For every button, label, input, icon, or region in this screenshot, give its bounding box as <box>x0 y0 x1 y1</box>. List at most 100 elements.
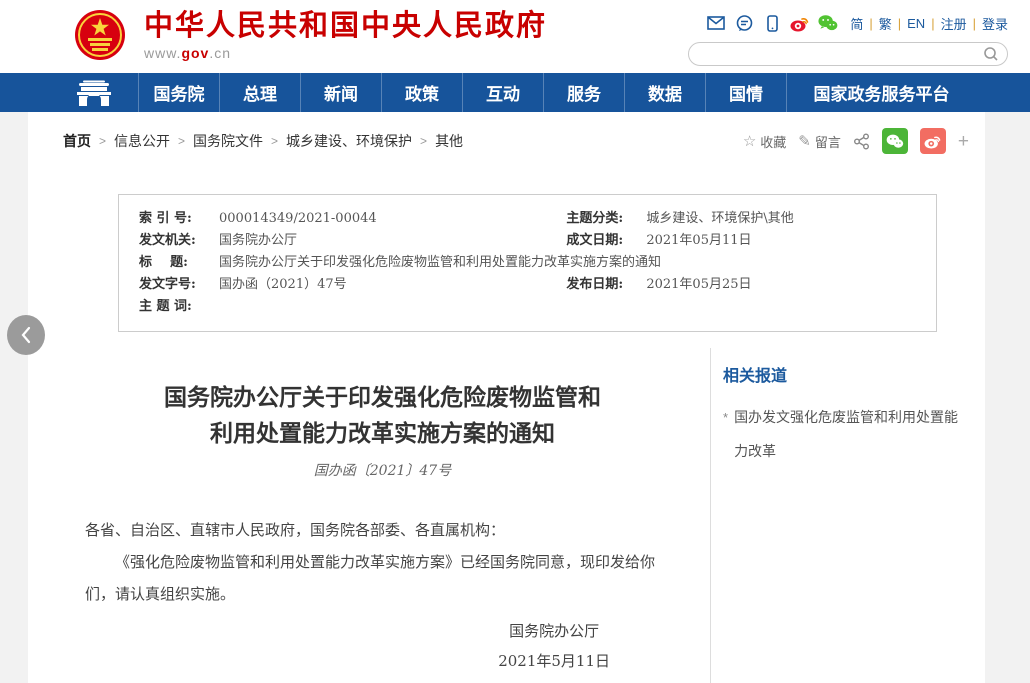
mobile-icon[interactable] <box>762 13 782 33</box>
related-report-link[interactable]: * 国办发文强化危废监管和利用处置能力改革 <box>723 400 971 468</box>
meta-organ-label: 发文机关: <box>139 230 211 252</box>
breadcrumb-separator: > <box>99 134 106 148</box>
national-emblem-icon <box>74 9 126 61</box>
login-link[interactable]: 登录 <box>982 14 1008 33</box>
site-header: 中华人民共和国中央人民政府 www.gov.cn <box>0 0 1030 73</box>
search-box <box>688 42 1008 66</box>
main-nav: 国务院 总理 新闻 政策 互动 服务 数据 国情 国家政务服务平台 <box>0 73 1030 112</box>
nav-item-data[interactable]: 数据 <box>624 73 705 112</box>
meta-subject-words-label: 主 题 词: <box>139 296 211 318</box>
breadcrumb-info-disclosure[interactable]: 信息公开 <box>114 131 170 151</box>
breadcrumb-home[interactable]: 首页 <box>63 131 91 151</box>
nav-item-premier[interactable]: 总理 <box>219 73 300 112</box>
header-right: 简| 繁| EN| 注册| 登录 <box>688 12 1008 66</box>
comment-button[interactable]: ✎留言 <box>798 132 841 151</box>
wechat-icon <box>886 134 904 149</box>
chevron-left-icon <box>19 326 33 344</box>
breadcrumb-separator: > <box>420 134 427 148</box>
breadcrumb: 首页 > 信息公开 > 国务院文件 > 城乡建设、环境保护 > 其他 <box>63 131 463 151</box>
meta-title-label: 标 题: <box>139 252 211 274</box>
breadcrumb-row: 首页 > 信息公开 > 国务院文件 > 城乡建设、环境保护 > 其他 ☆收藏 ✎… <box>28 112 985 164</box>
breadcrumb-other[interactable]: 其他 <box>435 131 463 151</box>
breadcrumb-state-council-docs[interactable]: 国务院文件 <box>193 131 263 151</box>
breadcrumb-separator: > <box>271 134 278 148</box>
share-icon <box>853 133 870 150</box>
meta-index-value: 000014349/2021-00044 <box>219 208 377 230</box>
meta-row: 主 题 词: <box>139 296 916 318</box>
wechat-icon[interactable] <box>818 13 838 33</box>
document-number: 国办函〔2021〕47号 <box>85 460 680 480</box>
comment-icon[interactable] <box>734 13 754 33</box>
url-gov: gov <box>181 45 209 61</box>
favorite-button[interactable]: ☆收藏 <box>743 132 786 151</box>
share-button[interactable] <box>853 133 870 150</box>
weibo-icon <box>924 133 942 149</box>
nav-item-state-council[interactable]: 国务院 <box>138 73 219 112</box>
document-area: 国务院办公厅关于印发强化危险废物监管和 利用处置能力改革实施方案的通知 国办函〔… <box>28 348 985 683</box>
comment-label: 留言 <box>815 132 841 151</box>
lang-simplified[interactable]: 简 <box>850 14 863 33</box>
lang-links: 简| 繁| EN| 注册| 登录 <box>850 14 1008 33</box>
site-title: 中华人民共和国中央人民政府 <box>144 9 547 43</box>
meta-row: 标 题: 国务院办公厅关于印发强化危险废物监管和利用处置能力改革实施方案的通知 <box>139 252 916 274</box>
bullet: * <box>723 400 728 468</box>
meta-written-date-value: 2021年05月11日 <box>646 230 751 252</box>
related-reports-header[interactable]: 相关报道 <box>723 362 971 386</box>
favorite-label: 收藏 <box>760 132 786 151</box>
meta-index-label: 索 引 号: <box>139 208 211 230</box>
related-report-text: 国办发文强化危废监管和利用处置能力改革 <box>734 400 971 468</box>
document-salutation: 各省、自治区、直辖市人民政府，国务院各部委、各直属机构： <box>85 514 680 546</box>
lang-sep: | <box>898 16 901 31</box>
meta-row: 发文字号:国办函（2021）47号 发布日期:2021年05月25日 <box>139 274 916 296</box>
meta-docno-value: 国办函（2021）47号 <box>219 274 347 296</box>
breadcrumb-separator: > <box>178 134 185 148</box>
meta-organ-value: 国务院办公厅 <box>219 230 297 252</box>
nav-item-national-conditions[interactable]: 国情 <box>705 73 786 112</box>
register-link[interactable]: 注册 <box>941 14 967 33</box>
breadcrumb-urban-env[interactable]: 城乡建设、环境保护 <box>286 131 412 151</box>
meta-title-value: 国务院办公厅关于印发强化危险废物监管和利用处置能力改革实施方案的通知 <box>219 252 661 274</box>
signer: 国务院办公厅 <box>498 616 610 646</box>
header-icon-row: 简| 繁| EN| 注册| 登录 <box>688 12 1008 34</box>
document-main: 国务院办公厅关于印发强化危险废物监管和 利用处置能力改革实施方案的通知 国办函〔… <box>28 348 710 683</box>
meta-row: 索 引 号: 000014349/2021-00044 主题分类: 城乡建设、环境保… <box>139 208 916 230</box>
meta-publish-date-value: 2021年05月25日 <box>646 274 751 296</box>
back-button[interactable] <box>7 315 45 355</box>
nav-item-interaction[interactable]: 互动 <box>462 73 543 112</box>
pencil-icon: ✎ <box>798 132 811 150</box>
mail-icon[interactable] <box>706 13 726 33</box>
url-www: www. <box>144 45 181 61</box>
nav-item-policy[interactable]: 政策 <box>381 73 462 112</box>
nav-item-news[interactable]: 新闻 <box>300 73 381 112</box>
share-wechat-button[interactable] <box>882 128 908 154</box>
meta-topic-label: 主题分类: <box>566 208 638 230</box>
site-url: www.gov.cn <box>144 45 547 61</box>
lang-english[interactable]: EN <box>907 16 925 31</box>
document-title-line2: 利用处置能力改革实施方案的通知 <box>210 420 555 447</box>
sign-date: 2021年5月11日 <box>498 646 610 676</box>
page-body: 首页 > 信息公开 > 国务院文件 > 城乡建设、环境保护 > 其他 ☆收藏 ✎… <box>0 112 1030 683</box>
meta-row: 发文机关: 国务院办公厅 成文日期: 2021年05月11日 <box>139 230 916 252</box>
weibo-icon[interactable] <box>790 13 810 33</box>
content-card: 首页 > 信息公开 > 国务院文件 > 城乡建设、环境保护 > 其他 ☆收藏 ✎… <box>28 112 985 683</box>
meta-docno-label: 发文字号: <box>139 274 211 296</box>
document-title-line1: 国务院办公厅关于印发强化危险废物监管和 <box>164 384 601 411</box>
share-weibo-button[interactable] <box>920 128 946 154</box>
document-paragraph: 《强化危险废物监管和利用处置能力改革实施方案》已经国务院同意，现印发给你们，请认… <box>85 546 680 610</box>
nav-item-gov-service-platform[interactable]: 国家政务服务平台 <box>786 73 976 112</box>
home-icon[interactable] <box>50 73 138 112</box>
meta-written-date-label: 成文日期: <box>566 230 638 252</box>
url-cn: .cn <box>209 45 231 61</box>
page-actions: ☆收藏 ✎留言 + <box>743 128 969 154</box>
lang-sep: | <box>973 16 976 31</box>
page: 中华人民共和国中央人民政府 www.gov.cn <box>0 0 1030 683</box>
site-logo[interactable]: 中华人民共和国中央人民政府 www.gov.cn <box>74 9 547 61</box>
more-share-button[interactable]: + <box>958 132 969 151</box>
signature-block: 国务院办公厅 2021年5月11日 <box>498 616 610 676</box>
search-input[interactable] <box>701 44 983 64</box>
nav-item-services[interactable]: 服务 <box>543 73 624 112</box>
lang-traditional[interactable]: 繁 <box>879 14 892 33</box>
meta-topic-value: 城乡建设、环境保护\其他 <box>646 208 793 230</box>
search-icon[interactable] <box>983 46 999 62</box>
document-title: 国务院办公厅关于印发强化危险废物监管和 利用处置能力改革实施方案的通知 <box>85 380 680 452</box>
